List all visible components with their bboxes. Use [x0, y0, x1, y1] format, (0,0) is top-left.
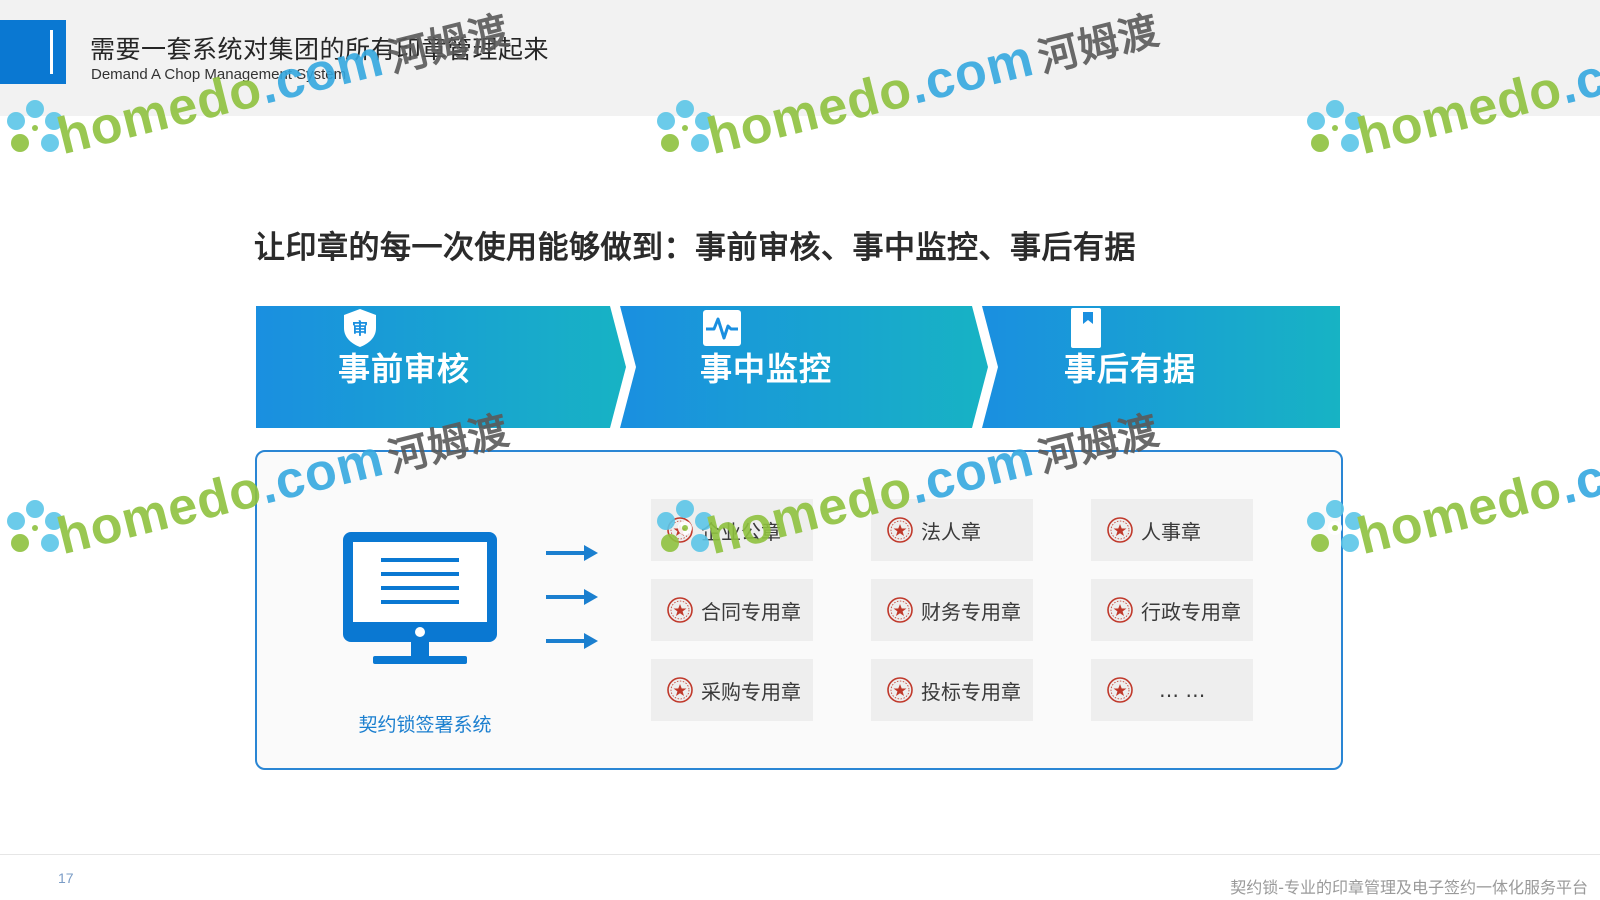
seal-label: 法人章	[921, 519, 981, 544]
seal-stamp-icon	[667, 677, 693, 703]
seal-stamp-icon	[667, 517, 693, 543]
flow-arrows	[546, 545, 598, 649]
seal-label: 人事章	[1141, 519, 1201, 544]
header-accent-bar	[0, 20, 66, 84]
stage-label: 事后有据	[1064, 350, 1197, 388]
seal-item: 企业公章	[651, 499, 813, 561]
seal-list: 企业公章 法人章 人事章 合同专用章 财务专用章 行政专用章 采购专用章 投标专…	[651, 499, 1253, 721]
watermark-domain: .com	[1553, 429, 1600, 516]
shield-check-icon: 审	[344, 309, 376, 347]
seal-stamp-icon	[887, 597, 913, 623]
main-headline: 让印章的每一次使用能够做到：事前审核、事中监控、事后有据	[254, 230, 1136, 266]
seal-item: 采购专用章	[651, 659, 813, 721]
page-subtitle: Demand A Chop Management System	[91, 66, 347, 83]
computer-monitor-icon	[343, 532, 497, 664]
seal-item: … …	[1091, 659, 1253, 721]
seal-item: 合同专用章	[651, 579, 813, 641]
seal-stamp-icon	[1107, 517, 1133, 543]
page-number: 17	[58, 870, 74, 886]
flower-logo-icon	[7, 500, 63, 552]
seal-label: 合同专用章	[701, 599, 801, 624]
seal-stamp-icon	[667, 597, 693, 623]
seal-item: 投标专用章	[871, 659, 1033, 721]
seal-label: … …	[1159, 678, 1206, 702]
seal-label: 企业公章	[701, 519, 781, 544]
stage-label: 事前审核	[338, 350, 471, 388]
page-title: 需要一套系统对集团的所有印章管理起来	[90, 35, 550, 64]
seal-label: 行政专用章	[1141, 599, 1241, 624]
seal-item: 法人章	[871, 499, 1033, 561]
seal-stamp-icon	[887, 677, 913, 703]
footer-divider	[0, 854, 1600, 855]
watermark-brand: homedo	[1351, 459, 1568, 567]
seal-label: 采购专用章	[701, 679, 801, 704]
footer-text: 契约锁-专业的印章管理及电子签约一体化服务平台	[1230, 878, 1588, 897]
system-label: 契约锁签署系统	[358, 714, 492, 736]
seal-label: 财务专用章	[921, 599, 1021, 624]
seal-item: 行政专用章	[1091, 579, 1253, 641]
stage-before-review: 审 事前审核	[338, 306, 470, 428]
stage-after-evidence: 事后有据	[1064, 306, 1196, 428]
pulse-monitor-icon	[703, 310, 741, 346]
bookmark-icon	[1071, 308, 1101, 348]
seal-stamp-icon	[1107, 597, 1133, 623]
stage-during-monitor: 事中监控	[700, 306, 832, 428]
seal-label: 投标专用章	[921, 679, 1021, 704]
process-banner: 审 事前审核 事中监控 事后有据	[256, 306, 1340, 428]
seal-stamp-icon	[887, 517, 913, 543]
watermark-brand: homedo	[51, 459, 268, 567]
svg-text:审: 审	[352, 319, 368, 338]
seal-item: 财务专用章	[871, 579, 1033, 641]
stage-label: 事中监控	[700, 350, 833, 388]
seal-item: 人事章	[1091, 499, 1253, 561]
seal-stamp-icon	[1107, 677, 1133, 703]
